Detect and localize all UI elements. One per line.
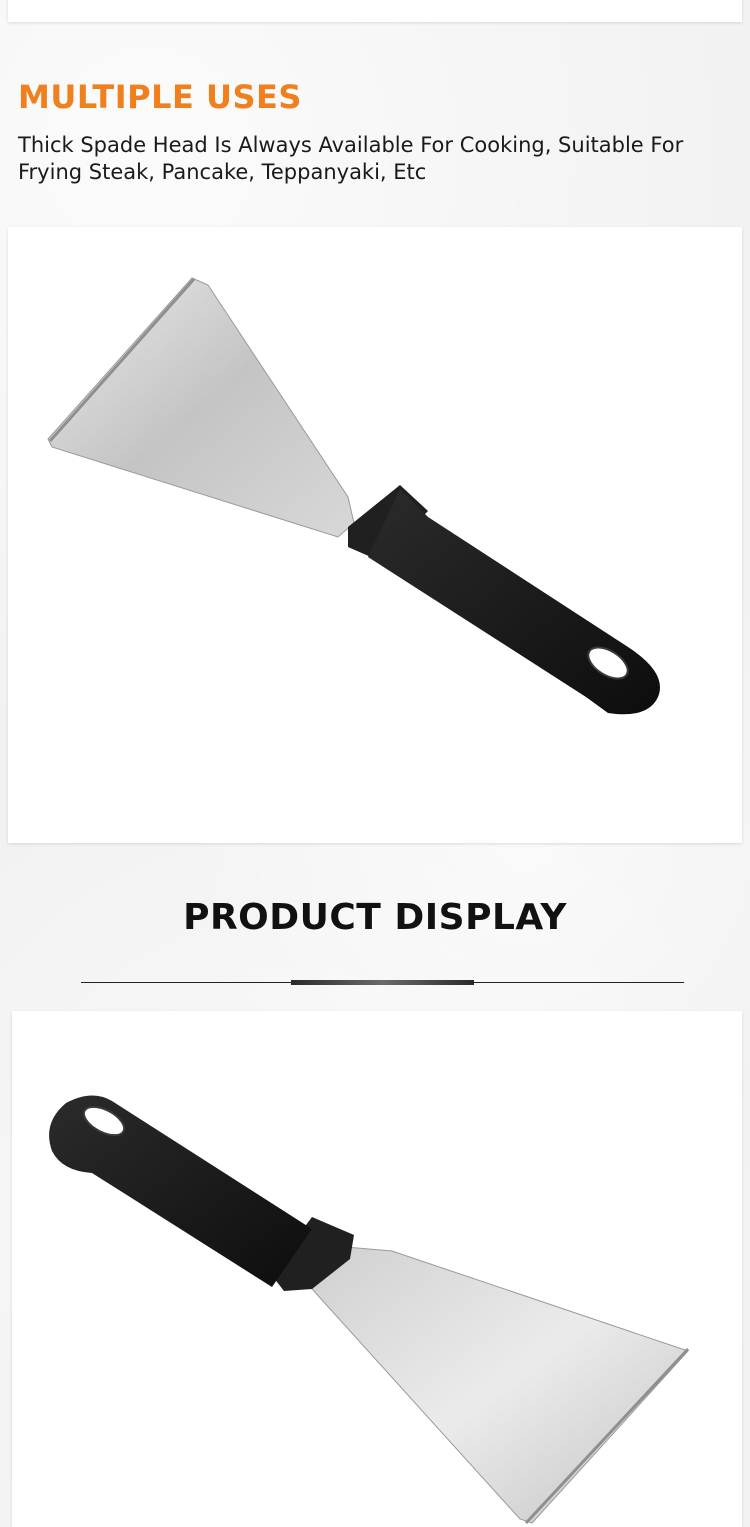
uses-photo-card — [8, 227, 742, 843]
handle-shape — [368, 489, 660, 715]
blade-shape — [47, 277, 355, 538]
display-photo-card — [12, 1011, 742, 1527]
multiple-uses-description: Thick Spade Head Is Always Available For… — [18, 133, 684, 184]
spatula-photo-blade-left — [8, 227, 742, 747]
spatula-image-2 — [49, 1095, 690, 1525]
top-card-fragment — [8, 0, 742, 22]
section-divider-accent — [291, 980, 474, 985]
blade-shape — [311, 1246, 689, 1524]
product-display-heading: PRODUCT DISPLAY — [183, 897, 567, 938]
spatula-photo-blade-right — [12, 1011, 742, 1527]
multiple-uses-heading: MULTIPLE USES — [18, 78, 302, 116]
spatula-image-1 — [47, 277, 660, 715]
